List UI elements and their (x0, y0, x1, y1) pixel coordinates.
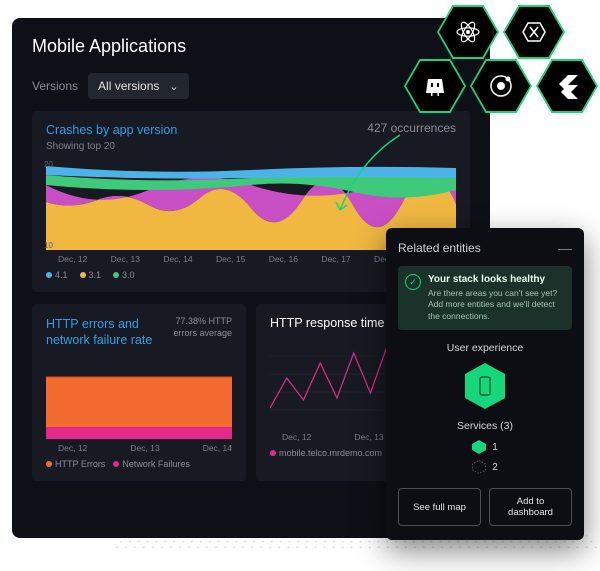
flutter-icon (538, 61, 596, 111)
ionic-icon (472, 61, 530, 111)
page-title: Mobile Applications (32, 36, 470, 57)
versions-label: Versions (32, 79, 78, 93)
legend-dot-icon (46, 461, 52, 467)
related-entities-panel: Related entities — ✓ Your stack looks he… (386, 228, 584, 540)
cordova-icon (406, 61, 464, 111)
collapse-icon[interactable]: — (558, 240, 572, 256)
http-x-axis: Dec, 12 Dec, 13 Dec, 14 (46, 443, 232, 453)
versions-selected-value: All versions (98, 79, 159, 93)
http-legend: HTTP Errors Network Failures (46, 459, 232, 469)
add-to-dashboard-button[interactable]: Add to dashboard (489, 488, 572, 526)
service-inactive-row[interactable]: 2 (398, 460, 572, 474)
versions-select[interactable]: All versions ⌄ (88, 73, 189, 99)
http-errors-panel: HTTP errors and network failure rate 77.… (32, 304, 246, 481)
legend-dot-icon (80, 272, 86, 278)
legend-dot-icon (113, 461, 119, 467)
react-icon (439, 7, 497, 57)
user-experience-label: User experience (398, 342, 572, 354)
http-errors-chart (46, 361, 232, 439)
http-avg-pct: 77.38% HTTP (173, 316, 232, 328)
health-text: Are there areas you can't see yet? Add m… (428, 288, 564, 322)
user-experience-hex[interactable] (398, 362, 572, 410)
http-errors-title[interactable]: HTTP errors and network failure rate (46, 316, 156, 349)
arrow-icon (330, 130, 410, 220)
service-active-row[interactable]: 1 (398, 440, 572, 454)
legend-dot-icon (113, 272, 119, 278)
chevron-down-icon: ⌄ (169, 80, 178, 93)
services-label: Services (3) (398, 420, 572, 432)
legend-dot-icon (46, 272, 52, 278)
http-avg-label: errors average (173, 328, 232, 340)
check-circle-icon: ✓ (405, 274, 421, 290)
entities-title: Related entities (398, 241, 481, 255)
health-title: Your stack looks healthy (428, 274, 564, 285)
legend-dot-icon (270, 450, 276, 456)
see-full-map-button[interactable]: See full map (398, 488, 481, 526)
xamarin-icon (505, 7, 563, 57)
health-status-box: ✓ Your stack looks healthy Are there are… (398, 266, 572, 330)
